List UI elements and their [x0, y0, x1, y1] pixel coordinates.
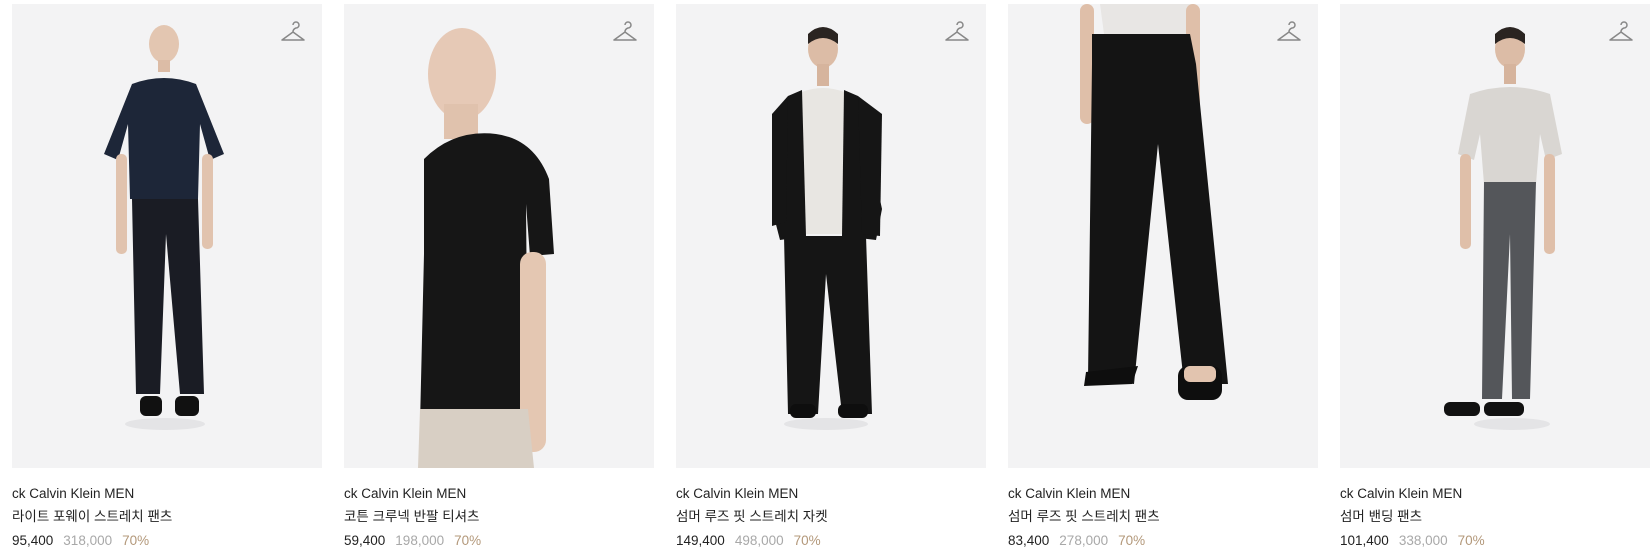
product-photo	[12, 4, 322, 468]
product-card[interactable]: ck Calvin Klein MEN 코튼 크루넥 반팔 티셔츠 59,400…	[344, 4, 654, 550]
product-image[interactable]	[344, 4, 654, 468]
discount-rate: 70%	[1118, 533, 1146, 548]
price-row: 101,400 338,000 70%	[1340, 532, 1650, 550]
original-price: 198,000	[395, 533, 445, 548]
price-row: 95,400 318,000 70%	[12, 532, 322, 550]
discount-rate: 70%	[793, 533, 821, 548]
original-price: 278,000	[1059, 533, 1109, 548]
original-price: 318,000	[63, 533, 113, 548]
product-photo	[344, 4, 654, 468]
product-name[interactable]: 섬머 밴딩 팬츠	[1340, 508, 1650, 526]
hanger-icon[interactable]	[1608, 20, 1634, 46]
discount-rate: 70%	[1457, 533, 1485, 548]
product-grid: ck Calvin Klein MEN 라이트 포웨이 스트레치 팬츠 95,4…	[12, 4, 1650, 550]
discount-rate: 70%	[454, 533, 482, 548]
product-photo	[1340, 4, 1650, 468]
product-name[interactable]: 라이트 포웨이 스트레치 팬츠	[12, 508, 322, 526]
sale-price: 149,400	[676, 533, 725, 548]
hanger-icon[interactable]	[280, 20, 306, 46]
product-card[interactable]: ck Calvin Klein MEN 섬머 루즈 핏 스트레치 팬츠 83,4…	[1008, 4, 1318, 550]
price-row: 83,400 278,000 70%	[1008, 532, 1318, 550]
sale-price: 59,400	[344, 533, 386, 548]
product-name[interactable]: 코튼 크루넥 반팔 티셔츠	[344, 508, 654, 526]
product-brand[interactable]: ck Calvin Klein MEN	[1008, 485, 1318, 503]
original-price: 338,000	[1398, 533, 1448, 548]
product-brand[interactable]: ck Calvin Klein MEN	[344, 485, 654, 503]
sale-price: 83,400	[1008, 533, 1050, 548]
product-image[interactable]	[12, 4, 322, 468]
product-image[interactable]	[1008, 4, 1318, 468]
sale-price: 101,400	[1340, 533, 1389, 548]
product-image[interactable]	[1340, 4, 1650, 468]
product-brand[interactable]: ck Calvin Klein MEN	[12, 485, 322, 503]
hanger-icon[interactable]	[612, 20, 638, 46]
product-photo	[1008, 4, 1318, 468]
product-name[interactable]: 섬머 루즈 핏 스트레치 자켓	[676, 508, 986, 526]
hanger-icon[interactable]	[944, 20, 970, 46]
product-name[interactable]: 섬머 루즈 핏 스트레치 팬츠	[1008, 508, 1318, 526]
product-card[interactable]: ck Calvin Klein MEN 섬머 루즈 핏 스트레치 자켓 149,…	[676, 4, 986, 550]
sale-price: 95,400	[12, 533, 54, 548]
product-card[interactable]: ck Calvin Klein MEN 섬머 밴딩 팬츠 101,400 338…	[1340, 4, 1650, 550]
discount-rate: 70%	[122, 533, 150, 548]
price-row: 59,400 198,000 70%	[344, 532, 654, 550]
product-brand[interactable]: ck Calvin Klein MEN	[1340, 485, 1650, 503]
product-photo	[676, 4, 986, 468]
original-price: 498,000	[734, 533, 784, 548]
product-brand[interactable]: ck Calvin Klein MEN	[676, 485, 986, 503]
product-image[interactable]	[676, 4, 986, 468]
price-row: 149,400 498,000 70%	[676, 532, 986, 550]
product-card[interactable]: ck Calvin Klein MEN 라이트 포웨이 스트레치 팬츠 95,4…	[12, 4, 322, 550]
hanger-icon[interactable]	[1276, 20, 1302, 46]
